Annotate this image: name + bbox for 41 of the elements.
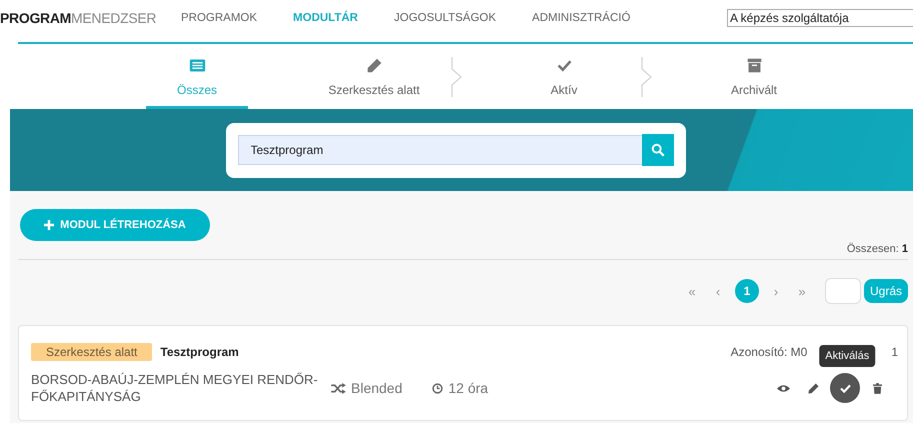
status-tab[interactable]: Szerkesztés alatt (323, 44, 425, 109)
first-page-link[interactable]: « (678, 284, 705, 298)
search-icon (650, 142, 664, 156)
plus-icon (44, 220, 54, 230)
shuffle-icon (331, 382, 346, 394)
nav-link[interactable]: PROGRAMOK (181, 12, 258, 24)
status-badge: Szerkesztés alatt (31, 343, 152, 361)
chevron-divider (451, 56, 463, 96)
provider-field[interactable]: A képzés szolgáltatója (727, 9, 913, 27)
nav-link[interactable]: ADMINISZTRÁCIÓ (532, 12, 630, 24)
total-count: Összesen: 1 (846, 243, 908, 255)
status-tab[interactable]: Aktív (513, 44, 615, 109)
page-number-field[interactable] (824, 278, 861, 304)
next-page-link[interactable]: › (762, 284, 789, 298)
trash-icon (872, 382, 882, 394)
organization-name: BORSOD-ABAÚJ-ZEMPLÉN MEGYEI RENDŐR-FŐKAPITÁNYSÁG (31, 371, 319, 405)
previous-page-link[interactable]: ‹ (704, 284, 731, 298)
chevron-divider (641, 56, 653, 96)
duration: 12 óra (448, 380, 488, 396)
create-module-button[interactable]: MODUL LÉTREHOZÁSA (20, 209, 210, 241)
pencil-icon (366, 57, 382, 74)
eye-icon (776, 384, 790, 392)
module-title: Tesztprogram (160, 345, 239, 359)
list-icon (188, 57, 206, 74)
activate-button[interactable] (830, 373, 860, 403)
brand-logo[interactable]: PROGRAMMENEDZSER (0, 10, 181, 26)
search-field[interactable]: Tesztprogram (238, 134, 642, 164)
nav-link[interactable]: MODULTÁR (293, 12, 358, 24)
nav-link[interactable]: JOGOSULTSÁGOK (394, 12, 496, 24)
clock-icon (432, 382, 444, 394)
tooltip: Aktiválás (819, 345, 876, 367)
pencil-icon (808, 382, 818, 394)
last-page-link[interactable]: » (788, 284, 815, 298)
delivery-mode: Blended (351, 380, 402, 396)
archive-icon (746, 57, 762, 74)
module-id: Azonosító: M0 (730, 345, 808, 359)
goto-button[interactable]: Ugrás (864, 279, 908, 303)
check-icon (840, 384, 850, 392)
status-tab[interactable]: Archivált (703, 44, 805, 109)
page-link[interactable]: 1 (734, 279, 759, 303)
module-id-end: 1 (891, 345, 898, 359)
